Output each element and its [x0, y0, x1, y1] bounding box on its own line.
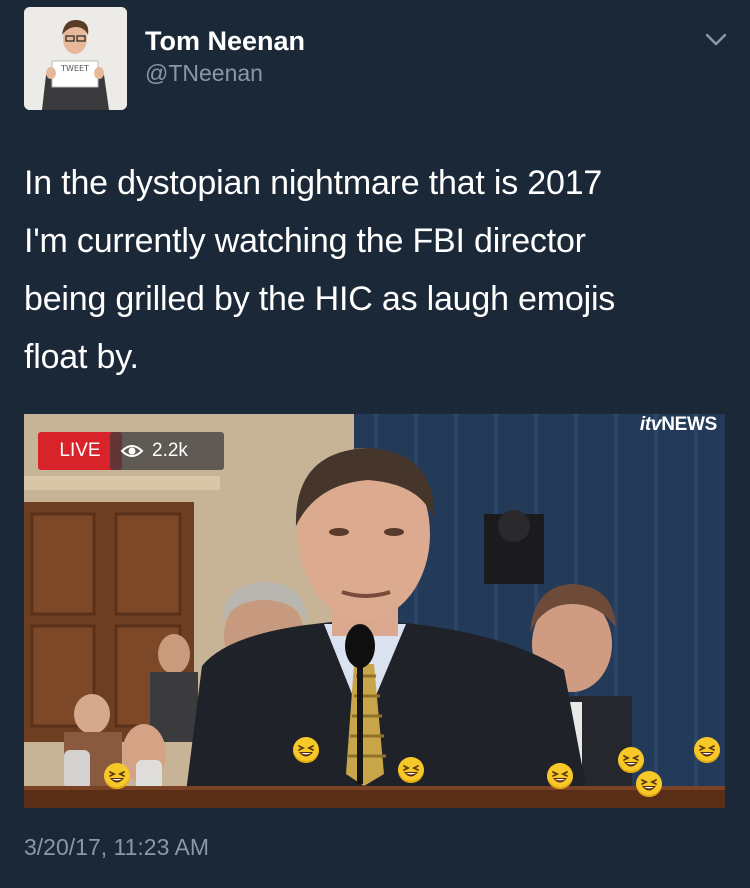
- chevron-down-icon[interactable]: [702, 28, 730, 50]
- video-media[interactable]: LIVE 2.2k itvNEWS: [24, 414, 725, 808]
- avatar[interactable]: TWEET: [24, 7, 127, 110]
- laughing-face-icon: [293, 737, 319, 763]
- eye-icon: [120, 442, 144, 460]
- broadcaster-logo: itvNEWS: [640, 414, 717, 436]
- tweet-timestamp: 3/20/17, 11:23 AM: [24, 834, 209, 860]
- user-handle[interactable]: @TNeenan: [145, 60, 263, 87]
- broadcaster-prefix: itv: [639, 414, 662, 435]
- laughing-face-icon: [547, 763, 573, 789]
- laughing-face-icon: [398, 757, 424, 783]
- display-name[interactable]: Tom Neenan: [145, 26, 305, 57]
- laughing-face-icon: [104, 763, 130, 789]
- laughing-face-icon: [618, 747, 644, 773]
- laughing-face-icon: [636, 771, 662, 797]
- avatar-image: [24, 7, 127, 110]
- viewer-count-badge: 2.2k: [110, 432, 224, 470]
- tweet-text: In the dystopian nightmare that is 2017 …: [24, 164, 616, 376]
- viewer-count: 2.2k: [152, 440, 188, 461]
- avatar-sign-text: TWEET: [61, 64, 89, 73]
- broadcaster-suffix: NEWS: [661, 414, 717, 435]
- laughing-face-icon: [694, 737, 720, 763]
